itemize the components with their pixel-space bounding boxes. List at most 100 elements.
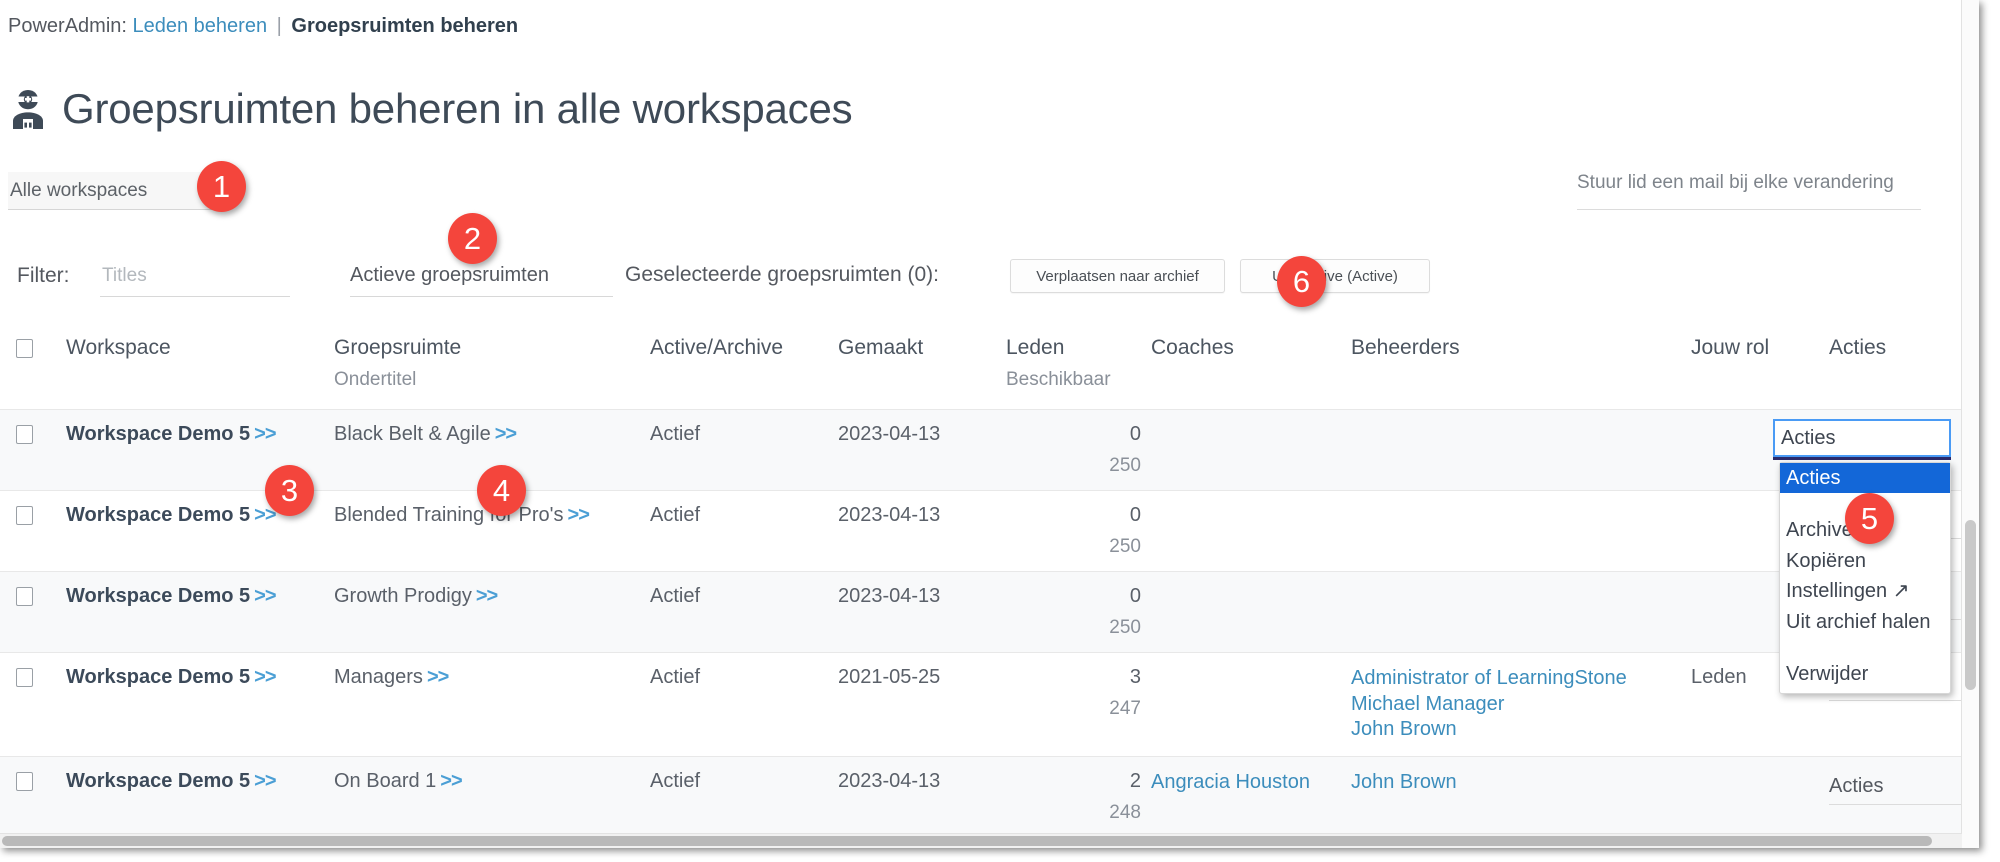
- row-select-cell[interactable]: [0, 409, 66, 491]
- header-jouw-rol[interactable]: Jouw rol: [1691, 330, 1829, 410]
- cell-beheerders: Administrator of LearningStone Michael Ma…: [1351, 652, 1691, 757]
- row-select-cell[interactable]: [0, 490, 66, 572]
- workspace-name: Workspace Demo 5: [66, 504, 251, 526]
- unarchive-active-button[interactable]: Uit archive (Active): [1240, 259, 1430, 293]
- acties-dropdown-trigger[interactable]: Acties: [1773, 419, 1951, 457]
- groepsruimte-chevron-icon[interactable]: >>: [423, 666, 449, 688]
- beheerder-entry[interactable]: Administrator of LearningStone: [1351, 666, 1681, 692]
- beheerder-entry[interactable]: Michael Manager: [1351, 692, 1681, 718]
- acties-menu-item-3[interactable]: Kopiëren: [1780, 546, 1950, 576]
- horizontal-scrollbar-thumb[interactable]: [2, 836, 1932, 846]
- groepsruimte-name: Blended Training for Pro's: [334, 504, 564, 526]
- breadcrumb-link-leden-beheren[interactable]: Leden beheren: [133, 15, 268, 37]
- cell-coaches: [1151, 571, 1351, 653]
- vertical-scrollbar[interactable]: [1961, 0, 1979, 848]
- header-groepsruimte-label: Groepsruimte: [334, 336, 462, 359]
- row-select-cell[interactable]: [0, 755, 66, 837]
- cell-gemaakt: 2023-04-13: [838, 571, 1006, 653]
- row-checkbox[interactable]: [16, 425, 33, 445]
- row-acties-select[interactable]: Acties: [1829, 770, 1979, 805]
- header-leden-sub: Beschikbaar: [1006, 369, 1111, 390]
- cell-leden: 0 250: [1006, 490, 1151, 572]
- filter-state-value: Actieve groepsruimten: [350, 264, 549, 286]
- header-select-all[interactable]: [0, 330, 66, 410]
- filter-label: Filter:: [17, 264, 70, 287]
- header-coaches[interactable]: Coaches: [1151, 330, 1351, 410]
- cell-workspace[interactable]: Workspace Demo 5 >>: [66, 652, 334, 757]
- horizontal-scrollbar[interactable]: [0, 833, 1962, 848]
- move-to-archive-button[interactable]: Verplaatsen naar archief: [1010, 259, 1225, 293]
- cell-workspace[interactable]: Workspace Demo 5 >>: [66, 755, 334, 837]
- groepsruimte-chevron-icon[interactable]: >>: [472, 585, 498, 607]
- workspace-chevron-icon[interactable]: >>: [250, 423, 276, 445]
- workspace-chevron-icon[interactable]: >>: [250, 770, 276, 792]
- cell-beschikbaar: 247: [1109, 698, 1141, 719]
- header-workspace[interactable]: Workspace: [66, 330, 334, 410]
- header-leden-label: Leden: [1006, 336, 1065, 359]
- cell-beheerders: John Brown: [1351, 755, 1691, 837]
- groepsruimte-name: On Board 1: [334, 769, 437, 792]
- header-leden[interactable]: Leden Beschikbaar: [1006, 330, 1151, 410]
- acties-dropdown-value: Acties: [1781, 426, 1836, 449]
- acties-menu-item-4[interactable]: Instellingen ↗: [1780, 576, 1950, 606]
- acties-dropdown-underline: [1773, 457, 1951, 460]
- cell-acties[interactable]: Acties: [1829, 755, 1979, 837]
- header-groepsruimte[interactable]: Groepsruimte Ondertitel: [334, 330, 650, 410]
- breadcrumb-prefix: PowerAdmin:: [8, 15, 127, 37]
- row-checkbox[interactable]: [16, 668, 33, 688]
- table-row: Workspace Demo 5 >> Growth Prodigy >> Actief…: [0, 571, 1979, 653]
- acties-menu-item-0[interactable]: Acties: [1780, 463, 1950, 494]
- groepsruimte-chevron-icon[interactable]: >>: [491, 423, 517, 445]
- breadcrumb: PowerAdmin: Leden beheren | Groepsruimte…: [8, 15, 518, 38]
- beheerder-entry[interactable]: John Brown: [1351, 717, 1681, 743]
- annotation-badge-1: 1: [197, 161, 246, 212]
- coach-entry[interactable]: Angracia Houston: [1151, 770, 1341, 796]
- cell-coaches: Angracia Houston: [1151, 755, 1351, 837]
- filter-titles-input[interactable]: [100, 255, 290, 297]
- groepsruimte-chevron-icon[interactable]: >>: [436, 770, 462, 792]
- cell-beheerders: [1351, 490, 1691, 572]
- cell-leden: 0 250: [1006, 571, 1151, 653]
- annotation-badge-3: 3: [265, 465, 314, 516]
- cell-coaches: [1151, 652, 1351, 757]
- header-gemaakt[interactable]: Gemaakt: [838, 330, 1006, 410]
- page-scroll-area: PowerAdmin: Leden beheren | Groepsruimte…: [0, 0, 1979, 848]
- mail-on-change-label: Stuur lid een mail bij elke verandering: [1577, 172, 1894, 193]
- cell-active-archive: Actief: [650, 652, 838, 757]
- row-select-cell[interactable]: [0, 571, 66, 653]
- row-checkbox[interactable]: [16, 772, 33, 791]
- beheerder-entry[interactable]: John Brown: [1351, 770, 1681, 796]
- vertical-scrollbar-thumb[interactable]: [1965, 520, 1976, 690]
- groepsruimte-name: Managers: [334, 666, 423, 688]
- cell-groepsruimte[interactable]: On Board 1 >>: [334, 755, 650, 837]
- cell-workspace[interactable]: Workspace Demo 5 >>: [66, 571, 334, 653]
- admin-person-icon: [8, 88, 48, 130]
- mail-on-change-setting[interactable]: Stuur lid een mail bij elke verandering: [1577, 172, 1921, 210]
- groepsruimte-chevron-icon[interactable]: >>: [564, 504, 590, 526]
- acties-menu-spacer: [1780, 637, 1950, 659]
- acties-menu-item-7[interactable]: Verwijder: [1780, 659, 1950, 689]
- selected-count-label: Geselecteerde groepsruimten (0):: [625, 263, 939, 286]
- header-beheerders[interactable]: Beheerders: [1351, 330, 1691, 410]
- beheerder: Administrator of LearningStone Michael Ma…: [1351, 666, 1681, 743]
- header-active-archive[interactable]: Active/Archive: [650, 330, 838, 410]
- cell-groepsruimte[interactable]: Managers >>: [334, 652, 650, 757]
- cell-groepsruimte[interactable]: Growth Prodigy >>: [334, 571, 650, 653]
- workspace-select-value: Alle workspaces: [10, 179, 148, 201]
- row-checkbox[interactable]: [16, 506, 33, 526]
- coach: Angracia Houston: [1151, 770, 1341, 796]
- select-all-checkbox[interactable]: [16, 338, 33, 358]
- table-row: Workspace Demo 5 >> On Board 1 >> Actief 2023…: [0, 755, 1979, 837]
- workspace-chevron-icon[interactable]: >>: [250, 666, 276, 688]
- breadcrumb-current: Groepsruimten beheren: [291, 15, 519, 37]
- acties-menu-item-5[interactable]: Uit archief halen: [1780, 607, 1950, 637]
- row-checkbox[interactable]: [16, 587, 33, 607]
- annotation-badge-6: 6: [1277, 256, 1326, 307]
- breadcrumb-separator: |: [276, 15, 282, 37]
- row-select-cell[interactable]: [0, 652, 66, 757]
- workspace-chevron-icon[interactable]: >>: [250, 585, 276, 607]
- cell-leden: 0 250: [1006, 409, 1151, 491]
- header-acties: Acties: [1829, 336, 1887, 359]
- beheerder: John Brown: [1351, 770, 1681, 796]
- workspace-name: Workspace Demo 5: [66, 769, 251, 792]
